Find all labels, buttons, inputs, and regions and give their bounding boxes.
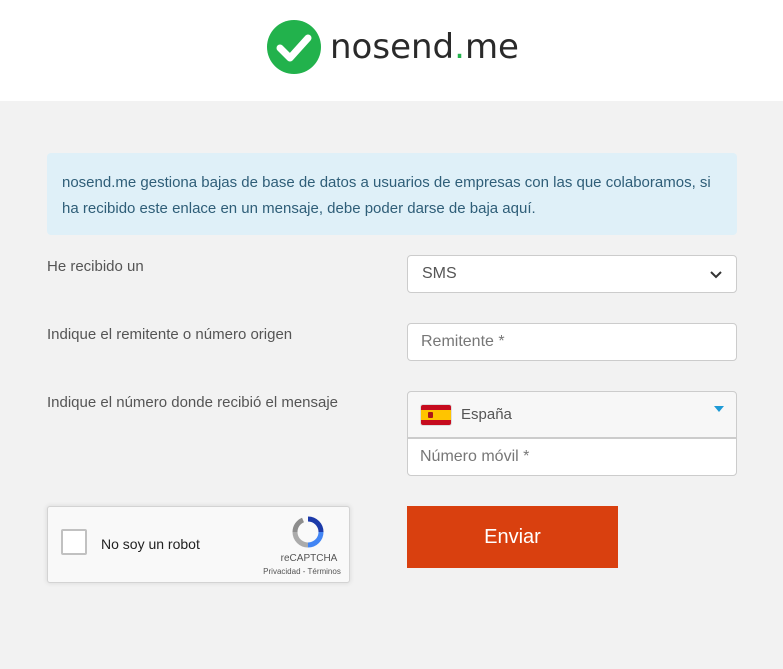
- sender-label: Indique el remitente o número origen: [47, 326, 293, 343]
- recaptcha-logo-icon: [292, 516, 324, 548]
- brand-name: nosend.me: [330, 27, 519, 67]
- header: nosend.me: [0, 0, 783, 101]
- info-text: nosend.me gestiona bajas de base de dato…: [62, 174, 711, 217]
- country-select[interactable]: España: [407, 391, 737, 438]
- phone-placeholder: Número móvil *: [420, 448, 530, 465]
- recaptcha-label: No soy un robot: [101, 536, 200, 552]
- phone-input[interactable]: Número móvil *: [407, 438, 737, 476]
- brand-logo[interactable]: nosend.me: [266, 19, 519, 75]
- message-type-select[interactable]: SMS: [407, 255, 737, 293]
- info-message: nosend.me gestiona bajas de base de dato…: [47, 153, 737, 235]
- spain-flag-icon: [421, 404, 451, 425]
- sender-input[interactable]: Remitente *: [407, 323, 737, 361]
- recaptcha-checkbox[interactable]: [61, 529, 87, 555]
- recaptcha-brand: reCAPTCHA: [280, 553, 338, 564]
- submit-button[interactable]: Enviar: [407, 506, 618, 568]
- message-type-value: SMS: [422, 265, 457, 282]
- received-label: He recibido un: [47, 258, 144, 275]
- recaptcha-links[interactable]: Privacidad - Términos: [252, 567, 352, 576]
- number-label: Indique el número donde recibió el mensa…: [47, 394, 339, 411]
- sender-placeholder: Remitente *: [421, 333, 505, 350]
- recaptcha-widget: No soy un robot reCAPTCHA Privacidad - T…: [47, 506, 350, 583]
- check-circle-icon: [267, 20, 321, 74]
- caret-down-icon: [714, 406, 724, 412]
- country-name: España: [461, 406, 512, 423]
- chevron-down-icon: [710, 267, 722, 282]
